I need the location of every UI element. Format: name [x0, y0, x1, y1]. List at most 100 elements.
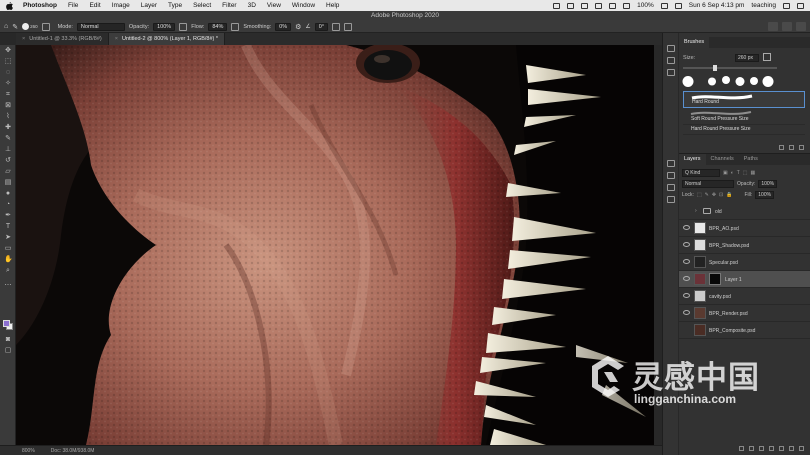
- layer-opacity-field[interactable]: 100%: [758, 179, 778, 188]
- screen-mode-icon[interactable]: ▢: [4, 347, 12, 354]
- eye-icon[interactable]: [683, 225, 690, 230]
- eye-icon[interactable]: [683, 259, 690, 264]
- home-icon[interactable]: ⌂: [4, 23, 8, 30]
- layer-mask-thumbnail[interactable]: [709, 273, 721, 285]
- crop-tool-icon[interactable]: ⌗: [4, 91, 12, 98]
- lasso-tool-icon[interactable]: ◌: [4, 69, 12, 76]
- lock-icons[interactable]: ⬚✎✥⊡🔒: [697, 192, 736, 198]
- apple-icon[interactable]: [6, 1, 13, 10]
- libraries-icon[interactable]: [667, 196, 675, 203]
- menu-view[interactable]: View: [267, 2, 281, 9]
- zoom-tool-icon[interactable]: ⌕: [4, 267, 12, 274]
- brush-tool-icon[interactable]: ✎: [4, 135, 12, 142]
- tab-brushes[interactable]: Brushes: [679, 37, 710, 48]
- chevron-right-icon[interactable]: ›: [695, 208, 697, 214]
- healing-brush-icon[interactable]: ✚: [4, 124, 12, 131]
- brush-preset-picker[interactable]: 260: [22, 23, 38, 30]
- menu-type[interactable]: Type: [168, 2, 182, 9]
- hand-tool-icon[interactable]: ✋: [4, 256, 13, 263]
- new-group-icon[interactable]: [779, 446, 784, 451]
- screen-icon[interactable]: [553, 2, 561, 9]
- search-icon[interactable]: [783, 2, 790, 9]
- folder-icon[interactable]: [779, 145, 784, 150]
- frame-tool-icon[interactable]: ⊠: [4, 102, 12, 109]
- gear-icon[interactable]: ⚙: [295, 23, 301, 31]
- close-icon[interactable]: ×: [115, 36, 118, 42]
- brush-tool-icon[interactable]: ✎: [12, 23, 18, 31]
- foreground-color-swatch[interactable]: [3, 320, 10, 327]
- tab-untitled-1[interactable]: × Untitled-1 @ 33.3% (RGB/8#): [16, 33, 109, 45]
- color-panel-icon[interactable]: [667, 160, 675, 167]
- path-select-icon[interactable]: ➤: [4, 234, 12, 241]
- canvas[interactable]: [16, 45, 654, 445]
- doc-size[interactable]: Doc: 38.0M/938.0M: [51, 448, 95, 454]
- fx-icon[interactable]: [749, 446, 754, 451]
- clone-stamp-icon[interactable]: ⊥: [4, 146, 12, 153]
- layer-bpr-shadow[interactable]: BPR_Shadow.psd: [679, 237, 810, 254]
- menu-edit[interactable]: Edit: [89, 2, 100, 9]
- size-field[interactable]: 260 px: [735, 54, 759, 62]
- layer-specular[interactable]: Specular.psd: [679, 254, 810, 271]
- workspace-icon[interactable]: [782, 22, 792, 31]
- clock[interactable]: Sun 6 Sep 4:13 pm: [689, 2, 745, 9]
- quick-mask-icon[interactable]: ◙: [4, 336, 12, 343]
- history-brush-icon[interactable]: ↺: [4, 157, 12, 164]
- layer-kind-filter[interactable]: Q Kind: [682, 168, 720, 177]
- blur-tool-icon[interactable]: ●: [4, 190, 12, 197]
- menu-file[interactable]: File: [68, 2, 78, 9]
- user-name[interactable]: teaching: [751, 2, 776, 9]
- layer-bpr-render[interactable]: BPR_Render.psd: [679, 305, 810, 322]
- eye-icon[interactable]: [683, 242, 690, 247]
- close-icon[interactable]: ×: [22, 36, 25, 42]
- layer-group-old[interactable]: › old: [679, 203, 810, 220]
- brush-settings-icon[interactable]: [41, 22, 50, 31]
- menu-window[interactable]: Window: [292, 2, 315, 9]
- menu-select[interactable]: Select: [193, 2, 211, 9]
- move-tool-icon[interactable]: ✥: [4, 47, 12, 54]
- new-layer-icon[interactable]: [789, 446, 794, 451]
- tab-layers[interactable]: Layers: [679, 154, 706, 165]
- adjustment-layer-icon[interactable]: [769, 446, 774, 451]
- properties-icon[interactable]: [667, 184, 675, 191]
- shape-tool-icon[interactable]: ▭: [4, 245, 12, 252]
- cast-icon[interactable]: [567, 2, 575, 9]
- dodge-tool-icon[interactable]: ◔: [4, 201, 12, 208]
- filter-icons[interactable]: ▣◐T⬚▦: [723, 170, 758, 176]
- new-preset-icon[interactable]: [789, 145, 794, 150]
- tab-channels[interactable]: Channels: [706, 154, 739, 165]
- brush-size-slider[interactable]: [683, 65, 777, 71]
- volume-icon[interactable]: [623, 2, 631, 9]
- battery-percent[interactable]: 100%: [637, 2, 654, 9]
- layer-layer-1[interactable]: Layer 1: [679, 271, 810, 288]
- eye-icon[interactable]: [683, 310, 690, 315]
- pressure-opacity-icon[interactable]: [179, 22, 188, 31]
- tab-paths[interactable]: Paths: [739, 154, 763, 165]
- clone-source-icon[interactable]: [667, 69, 675, 76]
- eye-icon[interactable]: [683, 293, 690, 298]
- brush-settings-panel-icon[interactable]: [667, 57, 675, 64]
- flow-field[interactable]: 84%: [208, 22, 228, 31]
- mode-dropdown[interactable]: Normal: [76, 22, 125, 31]
- layer-bpr-composite[interactable]: BPR_Composite.psd: [679, 322, 810, 339]
- bluetooth-icon[interactable]: [595, 2, 603, 9]
- layer-bpr-ao[interactable]: BPR_AO.psd: [679, 220, 810, 237]
- search-icon-ps[interactable]: [768, 22, 778, 31]
- brush-preset-hard-round-pressure[interactable]: Hard Round Pressure Size: [683, 125, 805, 135]
- eraser-icon[interactable]: ▱: [4, 168, 12, 175]
- fill-field[interactable]: 100%: [755, 190, 775, 199]
- blend-mode-dropdown[interactable]: Normal: [682, 179, 734, 188]
- pen-tool-icon[interactable]: ✒: [4, 212, 12, 219]
- brush-preset-hard-round[interactable]: Hard Round: [683, 91, 805, 108]
- flag-icon[interactable]: [674, 2, 682, 9]
- eye-icon[interactable]: [683, 276, 690, 281]
- wifi-icon[interactable]: [609, 2, 617, 9]
- smoothing-field[interactable]: 0%: [275, 22, 292, 31]
- marquee-tool-icon[interactable]: ⬚: [4, 58, 12, 65]
- airbrush-icon[interactable]: [231, 22, 240, 31]
- eyedropper-icon[interactable]: ⌇: [4, 113, 12, 120]
- battery-icon[interactable]: [660, 2, 668, 9]
- menu-photoshop[interactable]: Photoshop: [23, 2, 57, 9]
- brush-preset-soft-round-pressure[interactable]: Soft Round Pressure Size: [683, 108, 805, 125]
- adjustments-icon[interactable]: [667, 172, 675, 179]
- angle-field[interactable]: 0°: [314, 22, 329, 31]
